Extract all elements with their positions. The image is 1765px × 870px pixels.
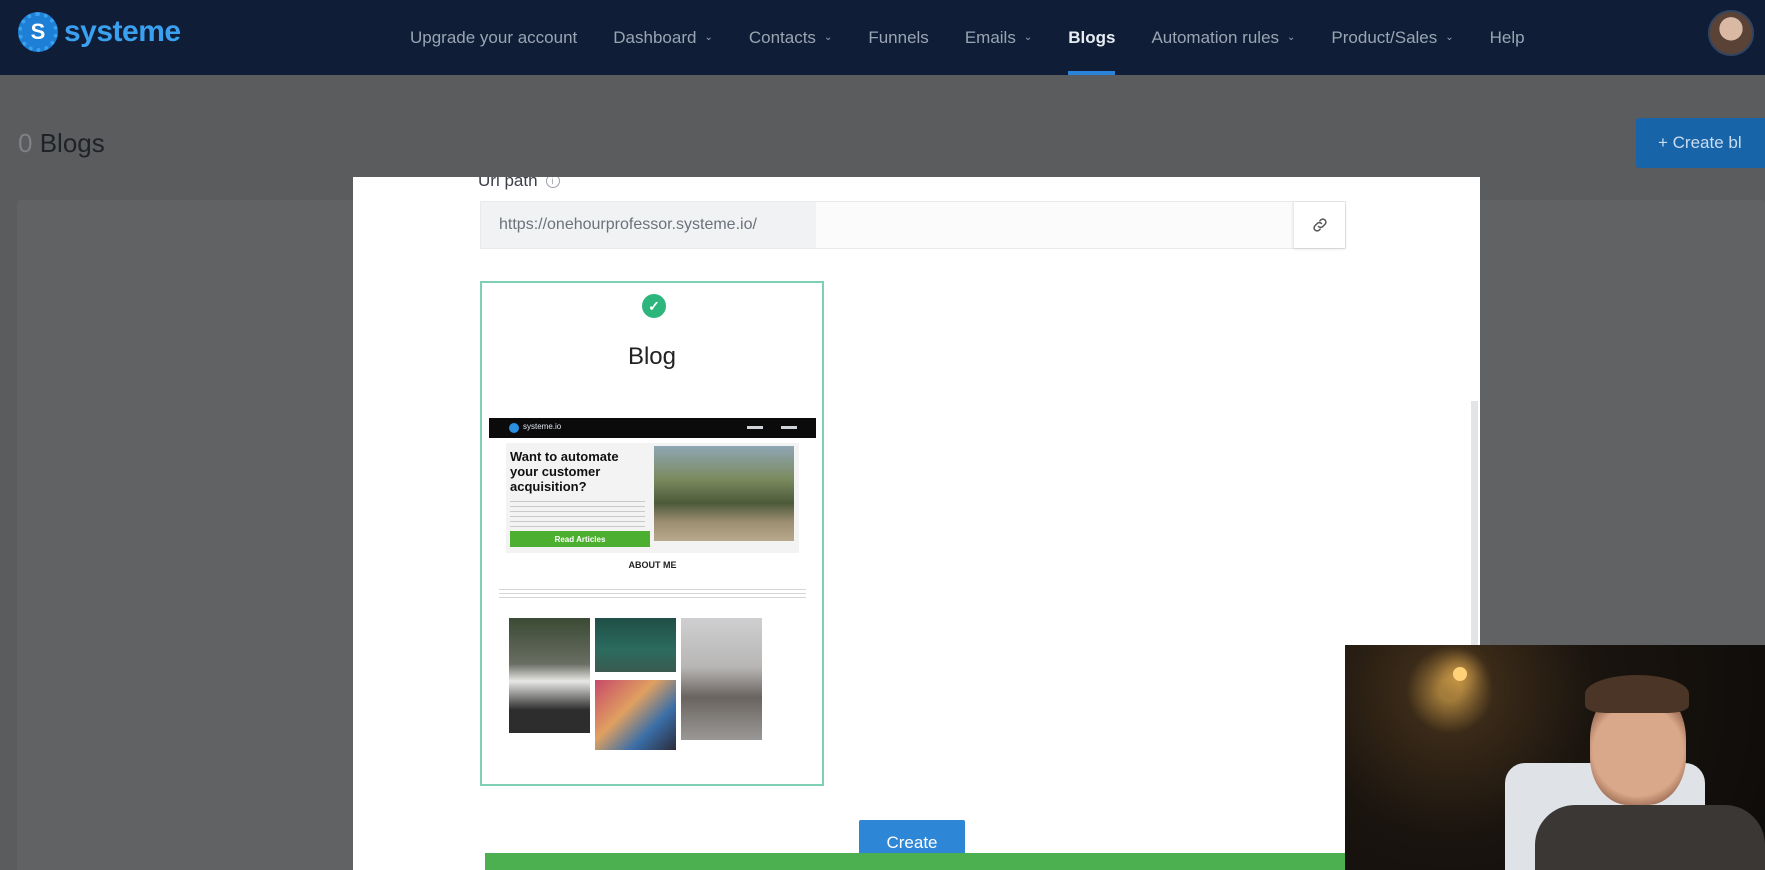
person-hair — [1585, 675, 1689, 713]
preview-body-text — [510, 497, 645, 527]
page-title-text: Blogs — [39, 128, 105, 158]
preview-nav-link — [747, 426, 763, 429]
create-blog-modal: Url path i https://onehourprofessor.syst… — [353, 177, 1480, 870]
preview-brand: systeme.io — [523, 422, 562, 431]
preview-about-text — [499, 586, 806, 598]
systeme-logo-icon: S — [18, 12, 58, 52]
chevron-down-icon: ⌄ — [1445, 32, 1454, 43]
info-icon[interactable]: i — [545, 177, 560, 188]
notification-bar — [485, 853, 1345, 870]
nav-item-automation-rules[interactable]: Automation rules ⌄ — [1151, 0, 1295, 75]
preview-photo-water — [595, 618, 676, 672]
blog-template-card[interactable]: ✓ Blog systeme.io Want to automate your … — [480, 281, 824, 786]
nav-item-label: Emails — [964, 27, 1016, 47]
nav-item-label: Funnels — [868, 27, 929, 47]
preview-about-heading: ABOUT ME — [628, 560, 677, 570]
person-body — [1535, 805, 1765, 870]
preview-hero: Want to automate your customer acquisiti… — [506, 443, 799, 553]
nav-item-label: Automation rules — [1151, 27, 1280, 47]
preview-cta: Read Articles — [510, 531, 650, 547]
preview-photo-portrait — [681, 618, 762, 740]
nav-item-label: Help — [1489, 27, 1525, 47]
nav-item-dashboard[interactable]: Dashboard ⌄ — [613, 0, 713, 75]
nav-item-label: Dashboard — [613, 27, 697, 47]
selected-check-icon: ✓ — [642, 294, 666, 318]
nav-menu: Upgrade your account Dashboard ⌄ Contacts ⌄ F… — [410, 0, 1561, 75]
url-path-label-text: Url path — [478, 177, 538, 190]
preview-headline: Want to automate your customer acquisiti… — [510, 449, 619, 494]
systeme-logo[interactable]: S systeme — [18, 12, 181, 52]
nav-item-funnels[interactable]: Funnels — [868, 0, 928, 75]
top-navigation: S systeme Upgrade your account Dashboard ⌄… — [0, 0, 1765, 75]
create-blog-button[interactable]: + Create bl — [1636, 118, 1765, 168]
preview-nav: systeme.io — [489, 418, 816, 438]
nav-item-blogs[interactable]: Blogs — [1068, 0, 1116, 75]
webcam-overlay — [1345, 645, 1765, 870]
chevron-down-icon: ⌄ — [1023, 32, 1033, 43]
nav-item-label: Contacts — [748, 27, 816, 47]
preview-photo-man — [509, 618, 590, 733]
nav-item-help[interactable]: Help — [1490, 0, 1525, 75]
copy-link-button[interactable] — [1293, 202, 1345, 248]
preview-nav-link — [781, 426, 797, 429]
url-prefix: https://onehourprofessor.systeme.io/ — [481, 202, 816, 248]
template-preview: systeme.io Want to automate your custome… — [489, 418, 816, 778]
page-title: 0 Blogs — [18, 128, 105, 159]
url-path-field: https://onehourprofessor.systeme.io/ — [480, 201, 1346, 249]
lamp-light — [1453, 667, 1467, 681]
nav-item-emails[interactable]: Emails ⌄ — [965, 0, 1032, 75]
nav-item-upgrade-your-account[interactable]: Upgrade your account — [410, 0, 577, 75]
chevron-down-icon: ⌄ — [1287, 32, 1296, 43]
blog-count: 0 — [18, 128, 33, 158]
nav-item-contacts[interactable]: Contacts ⌄ — [749, 0, 832, 75]
template-title: Blog — [627, 343, 677, 370]
chevron-down-icon: ⌄ — [823, 32, 833, 43]
preview-photo-group — [595, 680, 676, 750]
url-path-label: Url path i — [478, 177, 560, 191]
create-blog-button-label: + Create bl — [1658, 133, 1742, 152]
preview-road-photo — [654, 446, 794, 541]
chevron-down-icon: ⌄ — [704, 32, 713, 43]
link-icon — [1312, 218, 1327, 232]
logo-text: systeme — [64, 15, 181, 48]
nav-item-label: Upgrade your account — [410, 27, 578, 47]
nav-item-product-sales[interactable]: Product/Sales ⌄ — [1331, 0, 1453, 75]
url-path-input[interactable] — [816, 202, 1293, 248]
preview-logo-icon — [509, 423, 519, 433]
avatar[interactable] — [1708, 10, 1754, 56]
nav-item-label: Product/Sales — [1331, 27, 1438, 47]
nav-item-label: Blogs — [1068, 27, 1116, 47]
